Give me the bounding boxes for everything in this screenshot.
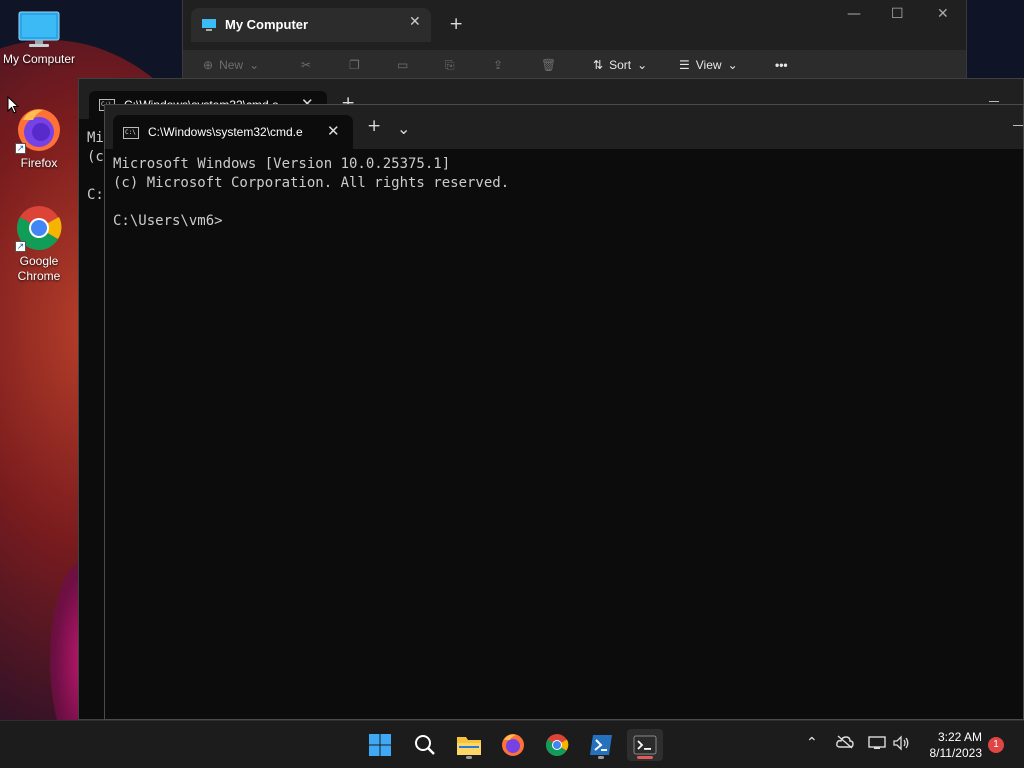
mouse-cursor-icon — [7, 95, 20, 118]
share-icon[interactable]: ⇪ — [493, 58, 503, 72]
more-options-icon[interactable]: ••• — [775, 58, 788, 72]
chrome-icon — [546, 734, 569, 756]
new-tab-icon[interactable]: + — [449, 14, 463, 34]
network-icon[interactable] — [868, 735, 886, 755]
taskbar-chrome[interactable] — [539, 729, 575, 761]
firefox-icon: ↗ — [15, 106, 63, 154]
minimize-icon[interactable] — [1013, 115, 1023, 126]
taskbar-powershell[interactable] — [583, 729, 619, 761]
taskbar: ⌃ 3:22 AM 8/11/2023 1 — [0, 720, 1024, 768]
clock-date: 8/11/2023 — [929, 746, 983, 760]
terminal-tab-title: C:\Windows\system32\cmd.e — [148, 125, 303, 139]
view-button[interactable]: ☰ View ⌄ — [679, 58, 738, 72]
windows-logo-icon — [369, 734, 391, 756]
search-button[interactable] — [407, 729, 443, 761]
new-label: New — [219, 58, 244, 72]
desktop: My Computer ↗ Firefox ↗ Google Chrome My… — [0, 0, 1024, 768]
taskbar-firefox[interactable] — [495, 729, 531, 761]
chevron-down-icon: ⌄ — [249, 58, 260, 72]
search-icon — [415, 735, 435, 755]
start-button[interactable] — [362, 729, 398, 761]
running-indicator — [598, 756, 604, 759]
view-icon: ☰ — [679, 58, 690, 72]
chevron-down-icon: ⌄ — [727, 58, 738, 72]
copy-icon[interactable]: ❐ — [349, 58, 360, 72]
new-tab-icon[interactable]: + — [367, 118, 381, 135]
new-button[interactable]: ⊕ New ⌄ — [203, 58, 259, 72]
folder-icon — [457, 737, 481, 755]
console-line: C: — [87, 187, 104, 203]
desktop-icon-label: Firefox — [20, 156, 58, 170]
volume-icon[interactable] — [892, 735, 910, 755]
shortcut-arrow-icon: ↗ — [15, 143, 26, 154]
desktop-icon-label: Google Chrome — [17, 254, 61, 283]
explorer-tab[interactable]: My Computer ✕ — [191, 8, 431, 42]
paste-icon[interactable]: ▭ — [397, 58, 408, 72]
sort-label: Sort — [609, 58, 632, 72]
rename-icon[interactable]: ⎘ — [445, 58, 455, 73]
cut-icon[interactable]: ✂ — [301, 58, 311, 72]
chevron-down-icon[interactable]: ⌄ — [397, 119, 410, 138]
maximize-icon[interactable]: ☐ — [891, 6, 904, 22]
close-tab-icon[interactable]: ✕ — [327, 122, 340, 140]
clock-time: 3:22 AM — [937, 730, 982, 744]
taskbar-terminal[interactable] — [627, 729, 663, 761]
minimize-icon[interactable] — [989, 91, 999, 102]
clock[interactable]: 3:22 AM 8/11/2023 — [930, 729, 983, 761]
sort-icon: ⇅ — [593, 58, 604, 72]
explorer-tab-title: My Computer — [225, 17, 309, 32]
sort-button[interactable]: ⇅ Sort ⌄ — [593, 58, 647, 72]
view-label: View — [695, 58, 722, 72]
desktop-icon-my-computer[interactable]: My Computer — [1, 10, 77, 67]
terminal-window[interactable]: C:\ C:\Windows\system32\cmd.e ✕ + ⌄ Micr… — [104, 104, 1024, 720]
firefox-icon — [502, 734, 524, 756]
terminal-titlebar: C:\ C:\Windows\system32\cmd.e ✕ + ⌄ — [105, 105, 1023, 149]
terminal-icon — [633, 735, 657, 755]
close-tab-icon[interactable]: ✕ — [409, 14, 421, 30]
desktop-icon-label: My Computer — [2, 52, 76, 66]
notification-badge[interactable]: 1 — [988, 737, 1004, 753]
monitor-icon — [201, 17, 217, 36]
onedrive-cloud-icon[interactable] — [836, 735, 854, 753]
monitor-icon — [17, 10, 61, 50]
shortcut-arrow-icon: ↗ — [15, 241, 26, 252]
minimize-icon[interactable]: — — [847, 6, 861, 22]
add-icon: ⊕ — [203, 58, 214, 72]
chrome-icon: ↗ — [15, 204, 63, 252]
console-line: Mi — [87, 130, 104, 146]
taskbar-file-explorer[interactable] — [451, 729, 487, 761]
terminal-tab[interactable]: C:\ C:\Windows\system32\cmd.e ✕ — [113, 115, 353, 149]
running-indicator — [637, 756, 653, 759]
close-window-icon[interactable]: ✕ — [937, 6, 949, 22]
delete-icon[interactable]: 🗑 — [541, 58, 556, 72]
running-indicator — [466, 756, 472, 759]
terminal-console[interactable]: Microsoft Windows [Version 10.0.25375.1]… — [113, 155, 509, 231]
chevron-down-icon: ⌄ — [637, 58, 648, 72]
console-line: (c — [87, 149, 104, 165]
desktop-icon-chrome[interactable]: ↗ Google Chrome — [1, 204, 77, 284]
cmd-icon: C:\ — [123, 127, 139, 139]
powershell-icon — [590, 735, 612, 755]
terminal-back-console[interactable]: Mi (c C: — [87, 129, 104, 205]
show-hidden-icons-chevron-up-icon[interactable]: ⌃ — [806, 735, 818, 751]
